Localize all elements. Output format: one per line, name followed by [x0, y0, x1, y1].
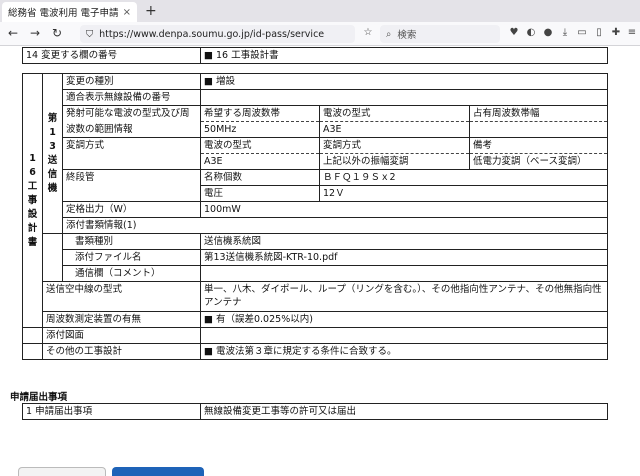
change-type-label: 変更の種別 — [62, 73, 201, 90]
emission-label: 発射可能な電波の型式及び周 — [62, 105, 201, 122]
voltage-label: 電圧 — [200, 185, 320, 202]
freq-range-label: 波数の範囲情報 — [62, 121, 201, 138]
emission-value-1: 50MHz — [200, 121, 320, 138]
reload-icon[interactable]: ↻ — [52, 26, 62, 40]
url-text: https://www.denpa.soumu.go.jp/id-pass/se… — [99, 28, 325, 40]
drawing-label: 添付図面 — [42, 327, 201, 344]
section-16-label: 16工事設計書 — [22, 73, 43, 328]
file-name-label: 添付ファイル名 — [62, 249, 201, 266]
antenna-type-value: 単一、八木、ダイポール、ループ（リングを含む。）、その他指向性アンテナ、その他無… — [200, 281, 608, 312]
navigation-bar: ← → ↻ ⛉ https://www.denpa.soumu.go.jp/id… — [0, 22, 640, 46]
cert-number-value — [200, 89, 608, 106]
forward-arrow-icon[interactable]: → — [30, 26, 40, 40]
back-button[interactable] — [18, 467, 106, 476]
tab-bar: 総務省 電波利用 電子申請・ × + — [0, 0, 640, 22]
construction-design-table: 16工事設計書 第13送信機 変更の種別 ■ 増設 適合表示無線設備の番号 発射… — [22, 73, 608, 360]
comment-label: 通信欄（コメント） — [62, 265, 201, 282]
application-item-value: 無線設備変更工事等の許可又は届出 — [200, 403, 608, 420]
change-field-label: 14 変更する欄の番号 — [22, 47, 201, 64]
modulation-value-1: A3E — [200, 153, 320, 170]
bookmark-star-icon[interactable]: ☆ — [362, 27, 374, 39]
extension-2-icon[interactable]: ● — [542, 27, 554, 39]
address-bar[interactable]: ⛉ https://www.denpa.soumu.go.jp/id-pass/… — [80, 25, 355, 43]
close-tab-icon[interactable]: × — [123, 7, 131, 18]
back-arrow-icon[interactable]: ← — [8, 26, 18, 40]
modulation-header-1: 電波の型式 — [200, 137, 320, 154]
antenna-type-label: 送信空中線の型式 — [42, 281, 201, 312]
device-name-label: 名称個数 — [200, 169, 320, 186]
emission-header-2: 電波の型式 — [319, 105, 470, 122]
page-content: 14 変更する欄の番号 ■ 16 工事設計書 16工事設計書 第13送信機 変更… — [0, 47, 640, 476]
pocket-icon[interactable]: ♥ — [508, 27, 520, 39]
modulation-header-3: 備考 — [469, 137, 608, 154]
extension-icon[interactable]: ◐ — [525, 27, 537, 39]
modulation-value-2: 上記以外の振幅変調 — [319, 153, 470, 170]
folder-icon[interactable]: ▭ — [576, 27, 588, 39]
next-button[interactable] — [112, 467, 204, 476]
doc-type-value: 送信機系統図 — [200, 233, 608, 250]
puzzle-icon[interactable]: ✚ — [610, 27, 622, 39]
rated-power-value: 100mW — [200, 201, 608, 218]
shield-icon: ⛉ — [86, 28, 94, 40]
file-name-value: 第13送信機系統図-KTR-10.pdf — [200, 249, 608, 266]
freq-meter-label: 周波数測定装置の有無 — [42, 311, 201, 328]
menu-icon[interactable]: ≡ — [626, 27, 638, 39]
modulation-label: 変調方式 — [62, 137, 201, 170]
drawing-value — [200, 327, 608, 344]
modulation-value-3: 低電力変調（ベース変調） — [469, 153, 608, 170]
other-design-value: ■ 電波法第３章に規定する条件に合致する。 — [200, 343, 608, 360]
new-tab-button[interactable]: + — [145, 3, 157, 19]
final-stage-label: 終段管 — [62, 169, 201, 202]
search-icon: ⌕ — [386, 28, 392, 40]
tab-title: 総務省 電波利用 電子申請・ — [8, 8, 119, 19]
browser-tab[interactable]: 総務省 電波利用 電子申請・ × — [2, 2, 137, 22]
freq-meter-value: ■ 有（誤差0.025%以内) — [200, 311, 608, 328]
emission-value-2: A3E — [319, 121, 470, 138]
cert-number-label: 適合表示無線設備の番号 — [62, 89, 201, 106]
download-icon[interactable]: ⤓ — [559, 27, 571, 39]
change-type-value: ■ 増設 — [200, 73, 608, 90]
emission-value-3 — [469, 121, 608, 138]
modulation-header-2: 変調方式 — [319, 137, 470, 154]
attachment-spacer — [42, 233, 63, 282]
application-section-title: 申請届出事項 — [10, 392, 68, 403]
application-item-label: 1 申請届出事項 — [22, 403, 201, 420]
change-field-value: ■ 16 工事設計書 — [200, 47, 608, 64]
device-name-value: ＢＦＱ１９Ｓｘ2 — [319, 169, 608, 186]
library-icon[interactable]: ▯ — [593, 27, 605, 39]
change-field-table: 14 変更する欄の番号 ■ 16 工事設計書 — [22, 47, 608, 64]
doc-type-label: 書類種別 — [62, 233, 201, 250]
transmitter-label: 第13送信機 — [42, 73, 63, 234]
search-input[interactable]: ⌕ 検索 — [380, 25, 500, 43]
attachment-info-label: 添付書類情報(1) — [62, 217, 608, 234]
application-table: 1 申請届出事項 無線設備変更工事等の許可又は届出 — [22, 403, 608, 420]
emission-header-3: 占有周波数帯幅 — [469, 105, 608, 122]
search-placeholder: 検索 — [397, 30, 417, 41]
emission-header-1: 希望する周波数帯 — [200, 105, 320, 122]
rated-power-label: 定格出力（W） — [62, 201, 201, 218]
voltage-value: 12Ｖ — [319, 185, 608, 202]
other-design-label: その他の工事設計 — [42, 343, 201, 360]
comment-value — [200, 265, 608, 282]
